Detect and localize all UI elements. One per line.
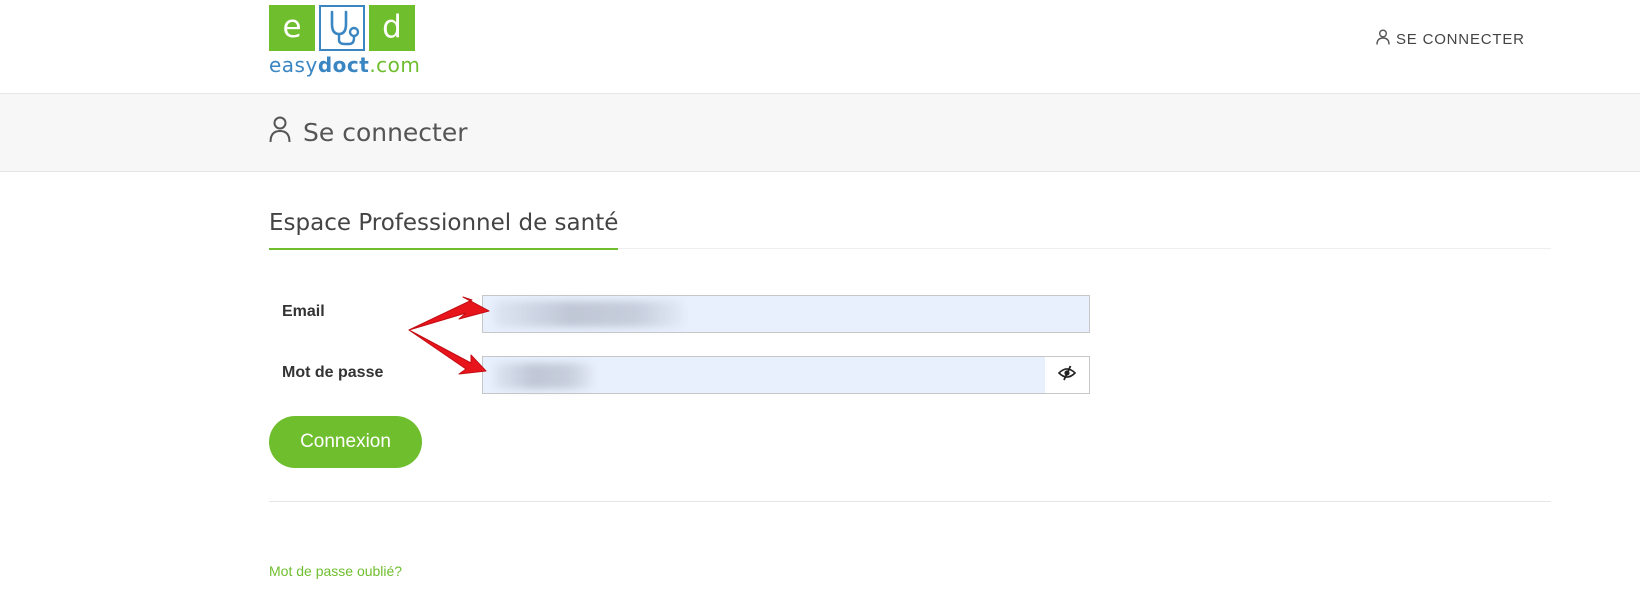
section-title-underline [269,248,618,250]
red-arrow-email [408,296,490,331]
easydoct-logo[interactable]: e d easydoct.com [269,5,420,77]
logo-word-easy: easy [269,53,318,77]
logo-letter-e: e [282,9,302,45]
eye-slash-icon [1057,365,1077,386]
logo-word-com: .com [369,53,421,77]
site-header: e d easydoct.com SE CONNECTER [0,0,1640,94]
connexion-button[interactable]: Connexion [269,416,422,468]
email-label: Email [282,303,325,320]
logo-tile-d: d [369,5,415,51]
page-title: Se connecter [269,116,468,149]
form-divider [269,501,1551,502]
logo-tile-e: e [269,5,315,51]
section-title: Espace Professionnel de santé [269,210,619,236]
forgot-password-link[interactable]: Mot de passe oublié? [269,563,402,579]
header-login-link[interactable]: SE CONNECTER [1376,28,1525,50]
user-icon [1376,29,1390,49]
email-field[interactable] [482,295,1090,333]
stethoscope-icon [319,5,365,51]
password-field[interactable] [482,356,1046,394]
logo-wordmark: easydoct.com [269,53,420,77]
header-login-label: SE CONNECTER [1396,30,1525,48]
red-arrow-password [408,329,487,375]
page-title-text: Se connecter [303,118,468,147]
password-label: Mot de passe [282,364,384,381]
logo-letter-d: d [382,9,402,45]
logo-word-doct: doct [317,53,370,77]
user-icon [269,116,291,149]
password-visibility-toggle[interactable] [1045,356,1090,394]
page-title-band: Se connecter [0,94,1640,172]
